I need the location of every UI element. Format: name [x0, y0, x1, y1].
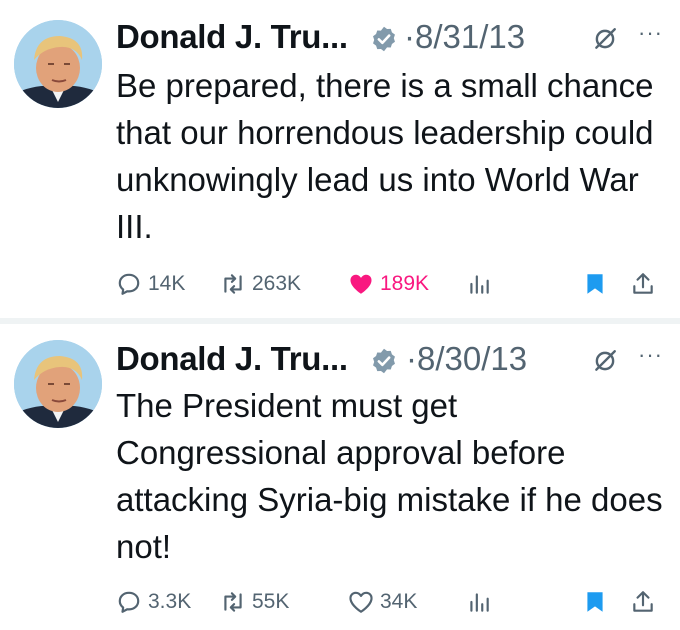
retweet-count: 55K — [252, 590, 290, 613]
tweet-header: Donald J. Tru... ·8/31/13 ··· — [116, 12, 666, 64]
views-icon — [470, 275, 489, 294]
heart-icon — [349, 591, 373, 613]
like-button[interactable]: 189K — [348, 266, 429, 302]
author-name[interactable]: Donald J. Tru... — [116, 340, 348, 378]
retweet-icon — [224, 274, 242, 294]
like-count: 189K — [380, 272, 430, 295]
reply-button[interactable]: 3.3K — [116, 584, 191, 620]
verified-badge-icon — [373, 26, 395, 52]
retweet-button[interactable]: 55K — [220, 584, 289, 620]
more-icon[interactable]: ··· — [638, 342, 663, 368]
avatar-portrait-image — [14, 340, 102, 428]
retweet-button[interactable]: 263K — [220, 266, 301, 302]
like-count: 34K — [380, 590, 418, 613]
reply-button[interactable]: 14K — [116, 266, 185, 302]
reply-count: 3.3K — [148, 590, 192, 613]
tweet-text: The President must get Congressional app… — [116, 387, 672, 565]
share-button[interactable] — [630, 266, 656, 302]
tweet-header: Donald J. Tru... ·8/30/13 ··· — [116, 334, 666, 386]
views-button[interactable] — [466, 584, 492, 620]
retweet-count: 263K — [252, 272, 302, 295]
avatar-portrait-image — [14, 20, 102, 108]
retweet-icon — [224, 592, 242, 612]
heart-icon — [350, 274, 372, 294]
tweet[interactable]: Donald J. Tru... ·8/30/13 ··· The Presid… — [0, 324, 680, 630]
like-button[interactable]: 34K — [348, 584, 417, 620]
tweet-date[interactable]: ·8/31/13 — [404, 18, 525, 56]
grok-icon[interactable] — [592, 348, 618, 374]
tweet-text: Be prepared, there is a small chance tha… — [116, 67, 663, 245]
avatar[interactable] — [14, 340, 102, 428]
views-button[interactable] — [466, 266, 492, 302]
author-name[interactable]: Donald J. Tru... — [116, 18, 348, 56]
bookmark-button[interactable] — [582, 266, 608, 302]
reply-icon — [118, 591, 140, 613]
reply-icon — [118, 273, 140, 295]
tweet[interactable]: Donald J. Tru... ·8/31/13 ··· Be prepare… — [0, 0, 680, 318]
bookmark-icon — [587, 274, 603, 294]
views-icon — [470, 593, 489, 612]
tweet-actions: 3.3K 55K 34K — [116, 584, 666, 620]
grok-icon[interactable] — [592, 26, 618, 52]
reply-count: 14K — [148, 272, 186, 295]
tweet-date[interactable]: ·8/30/13 — [406, 340, 527, 378]
share-button[interactable] — [630, 584, 656, 620]
more-icon[interactable]: ··· — [638, 20, 663, 46]
verified-badge-icon — [373, 348, 395, 374]
tweet-actions: 14K 263K 189K — [116, 266, 666, 302]
bookmark-icon — [587, 592, 603, 612]
share-icon — [633, 591, 653, 612]
share-icon — [633, 273, 653, 294]
avatar[interactable] — [14, 20, 102, 108]
bookmark-button[interactable] — [582, 584, 608, 620]
